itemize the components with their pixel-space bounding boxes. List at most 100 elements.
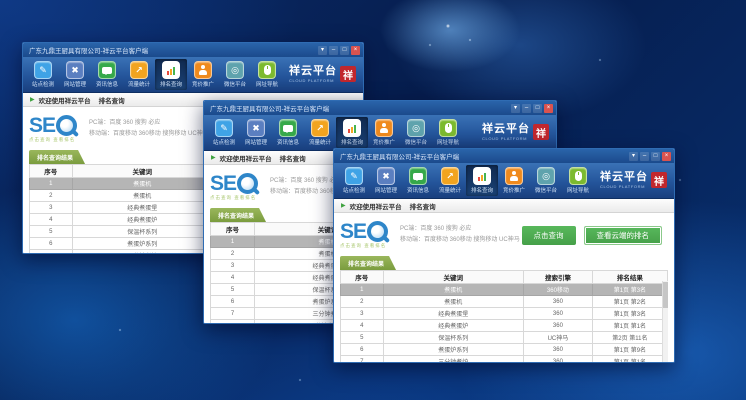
toolbar-item-label: 微信平台 bbox=[535, 186, 557, 194]
bid-promo-icon bbox=[375, 119, 393, 137]
rank-query-icon bbox=[162, 61, 180, 79]
toolbar-item-label: 网址导航 bbox=[437, 138, 459, 146]
skin-button[interactable]: ▾ bbox=[629, 152, 638, 161]
tab-rank-results[interactable]: 排名查询结果 bbox=[210, 208, 266, 222]
toolbar-item-site-nav[interactable]: 网址导航 bbox=[251, 59, 283, 90]
toolbar-item-wechat[interactable]: ◎ 微信平台 bbox=[530, 165, 562, 196]
toolbar-icon-glyph: ✎ bbox=[39, 66, 47, 75]
header-engine: 搜索引擎 bbox=[524, 271, 593, 284]
toolbar-item-traffic[interactable]: ↗ 流量统计 bbox=[304, 117, 336, 148]
toolbar-item-traffic[interactable]: ↗ 流量统计 bbox=[434, 165, 466, 196]
toolbar-icon-glyph bbox=[102, 67, 112, 74]
table-row[interactable]: 1 煮蛋机 360移动 第1页 第3名 bbox=[341, 284, 668, 296]
brand-seal-icon: 祥 bbox=[533, 124, 549, 140]
toolbar-item-site-manage[interactable]: ✖ 网站管理 bbox=[370, 165, 402, 196]
toolbar-icon-glyph bbox=[347, 124, 358, 133]
toolbar-item-bid-promo[interactable]: 竞价推广 bbox=[187, 59, 219, 90]
minimize-button[interactable]: – bbox=[522, 104, 531, 113]
toolbar-icon-glyph: ◎ bbox=[231, 66, 239, 75]
toolbar-item-label: 网址导航 bbox=[256, 80, 278, 88]
minimize-button[interactable]: – bbox=[329, 46, 338, 55]
news-info-icon bbox=[279, 119, 297, 137]
skin-button[interactable]: ▾ bbox=[511, 104, 520, 113]
toolbar-item-rank-query[interactable]: 排名查询 bbox=[466, 165, 498, 196]
maximize-button[interactable]: □ bbox=[651, 152, 660, 161]
table-scrollbar[interactable] bbox=[662, 281, 668, 362]
news-info-icon bbox=[409, 167, 427, 185]
query-button[interactable]: 点击查询 bbox=[522, 226, 576, 245]
cell-index: 7 bbox=[211, 308, 255, 320]
seo-logo-text: SE bbox=[210, 173, 236, 194]
toolbar-item-site-check[interactable]: ✎ 站点检测 bbox=[27, 59, 59, 90]
main-toolbar: ✎ 站点检测 ✖ 网站管理 资讯信息 ↗ 流量统计 排名查询 竞价推广 bbox=[204, 115, 556, 151]
cell-rank: 第1页 第2名 bbox=[592, 296, 667, 308]
table-row[interactable]: 4 经典煮蛋炉 360 第1页 第1名 bbox=[341, 320, 668, 332]
site-nav-icon bbox=[439, 119, 457, 137]
toolbar-item-site-nav[interactable]: 网址导航 bbox=[432, 117, 464, 148]
close-button[interactable]: × bbox=[544, 104, 553, 113]
table-row[interactable]: 2 煮蛋机 360 第1页 第2名 bbox=[341, 296, 668, 308]
cell-rank: 第1页 第3名 bbox=[592, 308, 667, 320]
toolbar-item-traffic[interactable]: ↗ 流量统计 bbox=[123, 59, 155, 90]
window-titlebar[interactable]: 广东九鼎王厨具有限公司-祥云平台客户端 ▾ – □ × bbox=[334, 149, 674, 163]
cell-engine: 360 bbox=[524, 296, 593, 308]
query-panel: SE 点击查询 查看排名 PC端：百度 360 搜狗 必应 移动端：百度移动 3… bbox=[340, 217, 668, 253]
cell-keyword: 经典煮蛋堡 bbox=[72, 202, 213, 214]
window-controls: ▾ – □ × bbox=[511, 104, 553, 113]
seo-logo: SE 点击查询 查看排名 bbox=[210, 173, 258, 201]
view-cloud-rank-button[interactable]: 查看云端的排名 bbox=[584, 226, 663, 245]
toolbar-item-wechat[interactable]: ◎ 微信平台 bbox=[400, 117, 432, 148]
toolbar-item-news-info[interactable]: 资讯信息 bbox=[402, 165, 434, 196]
brand-logo: 祥云平台 CLOUD PLATFORM 祥 bbox=[600, 172, 669, 189]
toolbar-icon-glyph: ✎ bbox=[350, 172, 358, 181]
toolbar-item-site-nav[interactable]: 网址导航 bbox=[562, 165, 594, 196]
toolbar-item-site-check[interactable]: ✎ 站点检测 bbox=[338, 165, 370, 196]
toolbar-item-label: 网址导航 bbox=[567, 186, 589, 194]
close-button[interactable]: × bbox=[351, 46, 360, 55]
cell-keyword: 煮蛋炉系列 bbox=[72, 238, 213, 250]
cell-rank: 第2页 第11名 bbox=[592, 332, 667, 344]
window-titlebar[interactable]: 广东九鼎王厨具有限公司-祥云平台客户端 ▾ – □ × bbox=[204, 101, 556, 115]
toolbar-item-site-check[interactable]: ✎ 站点检测 bbox=[208, 117, 240, 148]
toolbar-item-rank-query[interactable]: 排名查询 bbox=[336, 117, 368, 148]
table-row[interactable]: 3 经典煮蛋堡 360 第1页 第3名 bbox=[341, 308, 668, 320]
cell-keyword: 煮蛋机 bbox=[383, 284, 524, 296]
window-controls: ▾ – □ × bbox=[318, 46, 360, 55]
toolbar-icon-glyph bbox=[445, 123, 452, 133]
table-row[interactable]: 6 煮蛋炉系列 360 第1页 第9名 bbox=[341, 344, 668, 356]
main-toolbar: ✎ 站点检测 ✖ 网站管理 资讯信息 ↗ 流量统计 排名查询 竞价推广 bbox=[334, 163, 674, 199]
toolbar-item-site-manage[interactable]: ✖ 网站管理 bbox=[240, 117, 272, 148]
toolbar-item-bid-promo[interactable]: 竞价推广 bbox=[368, 117, 400, 148]
cell-index: 6 bbox=[341, 344, 384, 356]
toolbar-item-bid-promo[interactable]: 竞价推广 bbox=[498, 165, 530, 196]
maximize-button[interactable]: □ bbox=[340, 46, 349, 55]
tab-rank-results[interactable]: 排名查询结果 bbox=[29, 150, 85, 164]
desktop-background: 广东九鼎王厨具有限公司-祥云平台客户端 ▾ – □ × ✎ 站点检测 ✖ 网站管… bbox=[0, 0, 746, 400]
toolbar-item-label: 排名查询 bbox=[341, 138, 363, 146]
site-manage-icon: ✖ bbox=[66, 61, 84, 79]
cell-keyword: 经典煮蛋炉 bbox=[72, 214, 213, 226]
scrollbar-thumb[interactable] bbox=[663, 282, 668, 308]
engine-list: PC端：百度 360 搜狗 必应 移动端：百度移动 360移动 搜狗移动 UC神… bbox=[89, 118, 209, 140]
table-row[interactable]: 7 三分钟煮炉 360 第1页 第1名 bbox=[341, 356, 668, 364]
cell-rank: 第1页 第1名 bbox=[592, 356, 667, 364]
close-button[interactable]: × bbox=[662, 152, 671, 161]
seo-tagline: 点击查询 查看排名 bbox=[210, 195, 258, 201]
table-row[interactable]: 5 保温杯系列 UC神马 第2页 第11名 bbox=[341, 332, 668, 344]
toolbar-icon-glyph: ◎ bbox=[542, 172, 550, 181]
toolbar-item-news-info[interactable]: 资讯信息 bbox=[272, 117, 304, 148]
toolbar-icon-glyph: ↗ bbox=[446, 172, 454, 181]
toolbar-item-wechat[interactable]: ◎ 微信平台 bbox=[219, 59, 251, 90]
breadcrumb-section: 排名查询 bbox=[99, 95, 125, 105]
cell-engine: 360移动 bbox=[524, 284, 593, 296]
skin-button[interactable]: ▾ bbox=[318, 46, 327, 55]
tab-rank-results[interactable]: 排名查询结果 bbox=[340, 256, 396, 270]
window-titlebar[interactable]: 广东九鼎王厨具有限公司-祥云平台客户端 ▾ – □ × bbox=[23, 43, 363, 57]
toolbar-item-news-info[interactable]: 资讯信息 bbox=[91, 59, 123, 90]
maximize-button[interactable]: □ bbox=[533, 104, 542, 113]
toolbar-item-rank-query[interactable]: 排名查询 bbox=[155, 59, 187, 90]
toolbar-item-site-manage[interactable]: ✖ 网站管理 bbox=[59, 59, 91, 90]
minimize-button[interactable]: – bbox=[640, 152, 649, 161]
mobile-engines-line: 移动端：百度移动 360移动 搜狗移动 UC神马 bbox=[400, 235, 520, 246]
seo-tagline: 点击查询 查看排名 bbox=[340, 243, 388, 249]
